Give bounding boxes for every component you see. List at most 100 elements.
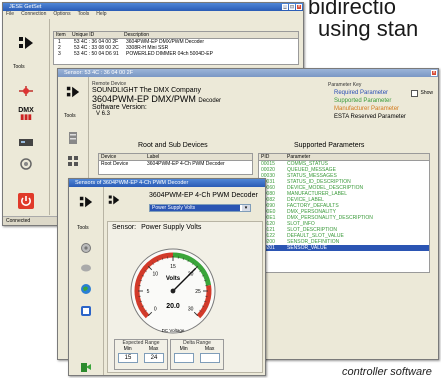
product-suffix: Decoder: [198, 98, 221, 104]
software-label: Software Version:: [92, 104, 282, 111]
sensor-window: Sensors of 3604PWM-EP 4-Ch PWM Decoder T…: [68, 178, 266, 376]
grid-icon[interactable]: [67, 155, 79, 167]
menu-connection[interactable]: Connection: [21, 11, 46, 18]
row-item: 3: [54, 51, 74, 57]
col-unique-id[interactable]: Unique ID: [72, 32, 124, 38]
tools-label: Tools: [77, 225, 89, 231]
manufacturer-parameter-label: Manufacturer Parameter: [328, 105, 433, 113]
table-row[interactable]: Root Device 3604PWM-EP 4-Ch PWM Decoder: [99, 161, 252, 167]
required-parameter-label: Required Parameter: [334, 89, 388, 97]
menu-options[interactable]: Options: [53, 11, 70, 18]
supported-parameters-list: PID Parameter 00015COMMS_STATUS00020QUEU…: [258, 153, 430, 273]
supported-parameters-header: PID Parameter: [259, 154, 429, 161]
gauge-tick-label: 0: [154, 307, 157, 313]
table-row[interactable]: 00201SENSOR_VALUE: [259, 245, 429, 251]
delta-max-field[interactable]: [200, 353, 220, 363]
sensor-select[interactable]: Power Supply Volts ▾: [149, 204, 251, 212]
device-icon[interactable]: [80, 305, 92, 317]
menu-file[interactable]: File: [6, 11, 14, 18]
power-icon[interactable]: [18, 193, 34, 209]
sensor-window-title: Sensors of 3604PWM-EP 4-Ch PWM Decoder: [75, 180, 188, 186]
network-icon[interactable]: [18, 85, 34, 97]
dmx-logo-icon: [17, 35, 35, 51]
col-device[interactable]: Device: [99, 154, 147, 160]
device-icon[interactable]: [18, 137, 34, 147]
sensor-select-value: Power Supply Volts: [150, 205, 240, 211]
device-close-button[interactable]: ×: [431, 70, 437, 76]
supported-parameter-label: Supported Parameter: [328, 97, 433, 105]
expected-max-field[interactable]: 24: [144, 353, 164, 363]
row-description: POWERLED DIMMER 04ch 5004D-EP: [126, 51, 298, 57]
list-icon[interactable]: [68, 131, 78, 145]
gauge-tick-label: 5: [147, 289, 150, 295]
network-icon[interactable]: [80, 263, 92, 273]
gauge-unit-label: Volts: [166, 276, 181, 282]
table-row[interactable]: 3 53 4C : 50 04 D6 91 POWERLED DIMMER 04…: [54, 51, 298, 57]
dmx-icon[interactable]: DMX▮▮▮: [17, 107, 35, 121]
expected-min-field[interactable]: 15: [118, 353, 138, 363]
gauge-tick-label: 10: [153, 271, 159, 277]
parameter-key: Parameter Key Required Parameter Show Su…: [328, 81, 433, 133]
main-toolstrip: Tools DMX▮▮▮: [3, 19, 50, 215]
supported-parameters-rows: 00015COMMS_STATUS00020QUEUED_MESSAGE0003…: [259, 161, 429, 251]
chevron-down-icon[interactable]: ▾: [242, 205, 250, 211]
parameter-key-title: Parameter Key: [328, 81, 433, 89]
status-text: Connected: [3, 218, 30, 224]
close-button[interactable]: ×: [296, 4, 302, 10]
product-name: 3604PWM-EP DMX/PWM: [92, 94, 196, 104]
root-device-cell: Root Device: [99, 161, 147, 167]
gauge-caption: DC Voltage: [162, 328, 185, 333]
minimize-button[interactable]: _: [282, 4, 288, 10]
tools-label: Tools: [13, 64, 25, 70]
menu-help[interactable]: Help: [96, 11, 106, 18]
device-window-titlebar[interactable]: Sensor: 53 4C : 36 04 00 2F ×: [58, 69, 438, 77]
globe-icon[interactable]: [80, 283, 92, 295]
col-pid[interactable]: PID: [259, 154, 287, 160]
main-window-title: JESE GetSet: [9, 4, 41, 10]
menu-tools[interactable]: Tools: [78, 11, 90, 18]
show-label: Show: [420, 89, 433, 97]
settings-icon[interactable]: [80, 242, 92, 254]
main-menubar: File Connection Options Tools Help: [3, 11, 303, 18]
delta-min-label: Min: [180, 346, 188, 352]
sensor-product-name: 3604PWM-EP 4-Ch PWM Decoder: [149, 192, 258, 199]
caption-line-2: using stan: [318, 16, 418, 42]
remote-device-panel: Remote Device SOUNDLIGHT The DMX Company…: [92, 81, 282, 131]
dmx-logo-icon: [107, 194, 121, 206]
device-list-header: Item Unique ID Description: [54, 32, 298, 39]
gauge-tick-label: 30: [188, 307, 194, 313]
caption-shown-2: controller software: [342, 366, 432, 378]
root-devices-list: Device Label Root Device 3604PWM-EP 4-Ch…: [98, 153, 253, 175]
dmx-logo-icon: [65, 85, 81, 99]
sensor-window-titlebar[interactable]: Sensors of 3604PWM-EP 4-Ch PWM Decoder: [69, 179, 265, 187]
col-description[interactable]: Description: [124, 32, 298, 38]
col-label[interactable]: Label: [147, 154, 252, 160]
company-name: SOUNDLIGHT The DMX Company: [92, 87, 282, 94]
main-window-titlebar[interactable]: JESE GetSet _ □ ×: [3, 3, 303, 11]
delta-min-field[interactable]: [174, 353, 194, 363]
device-window-title: Sensor: 53 4C : 36 04 00 2F: [64, 70, 133, 76]
expected-range-box: Expected Range Min Max 15 24: [114, 339, 168, 370]
root-label-cell: 3604PWM-EP 4-Ch PWM Decoder: [147, 161, 252, 167]
delta-range-box: Delta Range Min Max: [170, 339, 224, 370]
exit-icon[interactable]: [80, 361, 92, 373]
voltage-gauge: 051015202530 Volts 20.0 DC Voltage: [118, 236, 228, 334]
software-version: V 6.3: [92, 111, 282, 117]
parameter-cell: SENSOR_VALUE: [287, 245, 429, 251]
dmx-logo-icon: [78, 195, 94, 209]
sensor-label: Sensor:: [112, 224, 136, 231]
gauge-tick-label: 25: [195, 289, 201, 295]
show-checkbox[interactable]: Show: [411, 89, 433, 97]
gauge-tick-label: 15: [170, 264, 176, 270]
root-devices-title: Root and Sub Devices: [138, 142, 208, 149]
col-parameter[interactable]: Parameter: [287, 154, 429, 160]
gauge-value: 20.0: [166, 303, 180, 310]
row-unique-id: 53 4C : 50 04 D6 91: [74, 51, 126, 57]
col-item[interactable]: Item: [54, 32, 72, 38]
expected-min-label: Min: [124, 346, 132, 352]
maximize-button[interactable]: □: [289, 4, 295, 10]
refresh-icon[interactable]: [19, 157, 33, 171]
root-devices-header: Device Label: [99, 154, 252, 161]
sensor-panel: Sensor: Power Supply Volts 051015202530 …: [107, 221, 263, 373]
tools-label: Tools: [64, 113, 76, 119]
